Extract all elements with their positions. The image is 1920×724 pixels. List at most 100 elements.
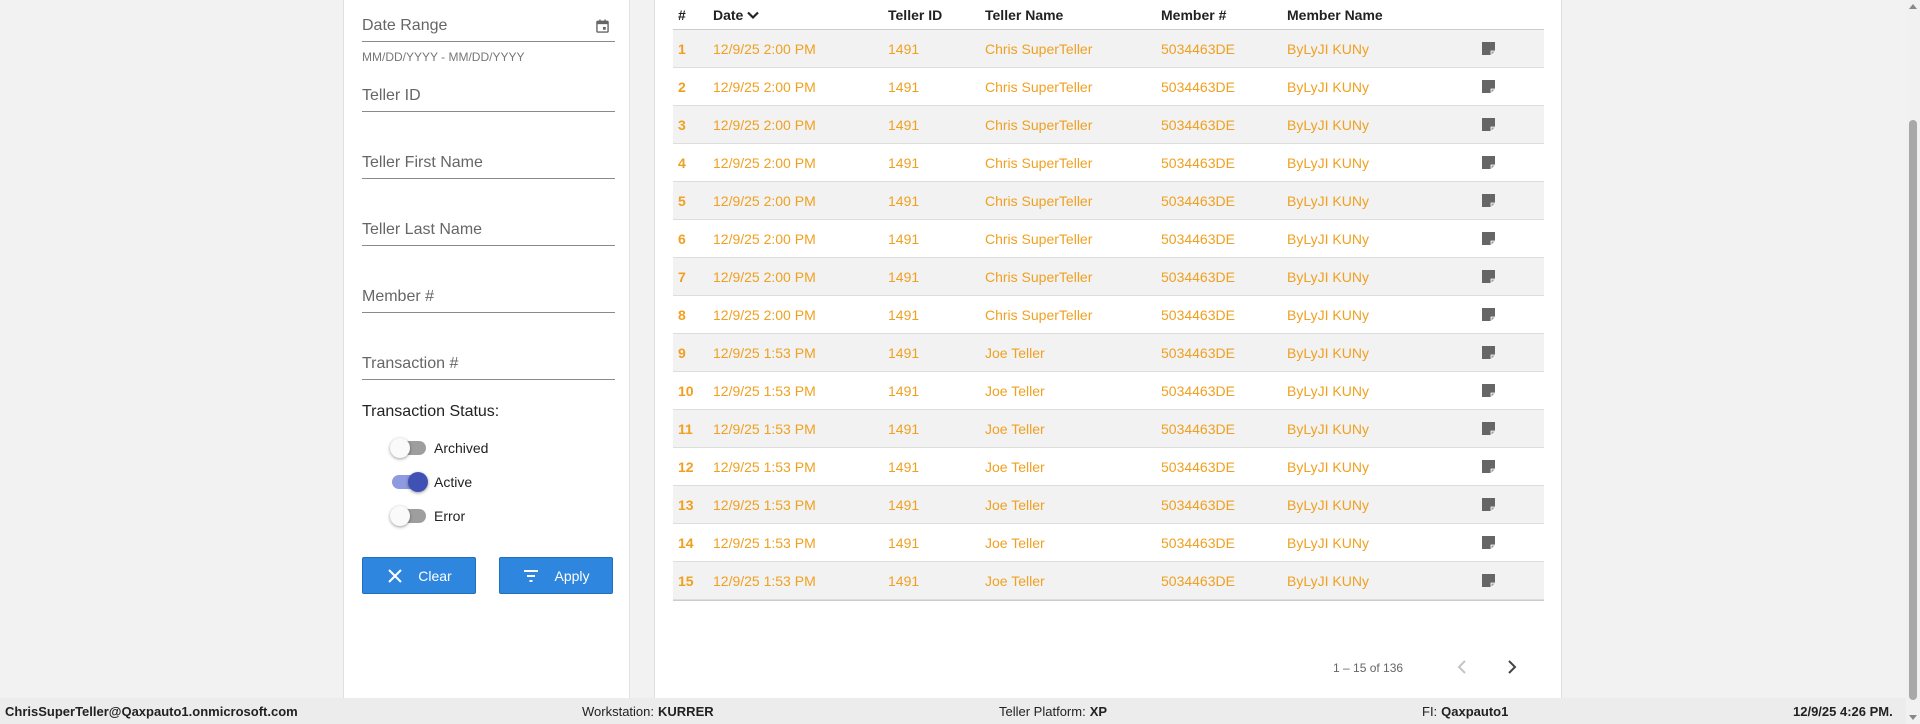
note-icon[interactable] [1481, 144, 1496, 181]
member-number-field[interactable]: Member # [362, 277, 615, 313]
teller-first-name-field[interactable]: Teller First Name [362, 143, 615, 179]
page-scrollbar[interactable] [1906, 0, 1920, 724]
signed-in-user: ChrisSuperTeller@Qaxpauto1.onmicrosoft.c… [5, 703, 298, 719]
row-date: 12/9/25 1:53 PM [713, 496, 816, 513]
table-row[interactable]: 13 12/9/25 1:53 PM 1491 Joe Teller 5034463DE… [673, 486, 1544, 524]
scroll-down-arrow[interactable] [1909, 715, 1917, 720]
row-number: 10 [678, 382, 694, 399]
toggle-archived-label: Archived [434, 440, 489, 456]
platform-label: Teller Platform: [999, 703, 1086, 719]
toggle-archived[interactable]: Archived [390, 438, 489, 458]
note-icon[interactable] [1481, 448, 1496, 485]
row-member-name: ByLyJI KUNy [1287, 306, 1369, 323]
table-row[interactable]: 3 12/9/25 2:00 PM 1491 Chris SuperTeller 503… [673, 106, 1544, 144]
table-row[interactable]: 11 12/9/25 1:53 PM 1491 Joe Teller 5034463DE… [673, 410, 1544, 448]
row-teller-name: Chris SuperTeller [985, 116, 1093, 133]
pagination-range: 1 – 15 of 136 [1333, 661, 1404, 675]
note-icon[interactable] [1481, 258, 1496, 295]
transaction-number-label: Transaction # [362, 355, 459, 372]
row-teller-id: 1491 [888, 534, 920, 551]
row-member-number: 5034463DE [1161, 344, 1235, 361]
row-member-number: 5034463DE [1161, 116, 1235, 133]
row-member-number: 5034463DE [1161, 382, 1235, 399]
date-range-field[interactable]: Date Range [362, 0, 615, 42]
scroll-up-arrow[interactable] [1909, 4, 1917, 9]
row-number: 8 [678, 306, 686, 323]
header-teller-id[interactable]: Teller ID [888, 0, 942, 29]
row-number: 13 [678, 496, 694, 513]
note-icon[interactable] [1481, 562, 1496, 599]
toggle-track[interactable] [392, 472, 428, 492]
toggle-thumb[interactable] [390, 506, 410, 526]
header-teller-name[interactable]: Teller Name [985, 0, 1063, 29]
note-icon[interactable] [1481, 220, 1496, 257]
row-number: 6 [678, 230, 686, 247]
table-row[interactable]: 7 12/9/25 2:00 PM 1491 Chris SuperTeller 503… [673, 258, 1544, 296]
note-icon[interactable] [1481, 296, 1496, 333]
transaction-number-field[interactable]: Transaction # [362, 344, 615, 380]
row-date: 12/9/25 2:00 PM [713, 268, 816, 285]
row-member-name: ByLyJI KUNy [1287, 268, 1369, 285]
table-header: # Date Teller ID Teller Name Member # Me… [673, 0, 1544, 30]
row-date: 12/9/25 2:00 PM [713, 230, 816, 247]
table-row[interactable]: 10 12/9/25 1:53 PM 1491 Joe Teller 5034463DE… [673, 372, 1544, 410]
toggle-active[interactable]: Active [392, 472, 472, 492]
note-icon[interactable] [1481, 68, 1496, 105]
header-date[interactable]: Date [713, 0, 760, 29]
table-row[interactable]: 8 12/9/25 2:00 PM 1491 Chris SuperTeller 503… [673, 296, 1544, 334]
row-teller-name: Joe Teller [985, 496, 1045, 513]
note-icon[interactable] [1481, 410, 1496, 447]
row-number: 12 [678, 458, 694, 475]
platform-info: Teller Platform: XP [999, 698, 1107, 724]
row-teller-name: Joe Teller [985, 572, 1045, 589]
teller-last-name-field[interactable]: Teller Last Name [362, 210, 615, 246]
table-row[interactable]: 12 12/9/25 1:53 PM 1491 Joe Teller 5034463DE… [673, 448, 1544, 486]
next-page-button[interactable] [1497, 652, 1525, 682]
teller-id-field[interactable]: Teller ID [362, 76, 615, 112]
scroll-thumb[interactable] [1909, 120, 1917, 700]
row-date: 12/9/25 2:00 PM [713, 78, 816, 95]
row-member-number: 5034463DE [1161, 154, 1235, 171]
toggle-error[interactable]: Error [390, 506, 465, 526]
row-teller-id: 1491 [888, 230, 920, 247]
row-teller-id: 1491 [888, 40, 920, 57]
row-member-name: ByLyJI KUNy [1287, 420, 1369, 437]
note-icon[interactable] [1481, 524, 1496, 561]
row-date: 12/9/25 2:00 PM [713, 192, 816, 209]
header-member-number[interactable]: Member # [1161, 0, 1226, 29]
row-number: 2 [678, 78, 686, 95]
note-icon[interactable] [1481, 486, 1496, 523]
note-icon[interactable] [1481, 30, 1496, 67]
header-member-name[interactable]: Member Name [1287, 0, 1383, 29]
table-row[interactable]: 4 12/9/25 2:00 PM 1491 Chris SuperTeller 503… [673, 144, 1544, 182]
chevron-down-icon[interactable] [746, 8, 760, 22]
apply-button[interactable]: Apply [499, 557, 613, 594]
row-teller-name: Chris SuperTeller [985, 230, 1093, 247]
clear-button[interactable]: Clear [362, 557, 476, 594]
toggle-thumb[interactable] [408, 472, 428, 492]
previous-page-button[interactable] [1449, 652, 1477, 682]
note-icon[interactable] [1481, 106, 1496, 143]
teller-id-label: Teller ID [362, 87, 421, 104]
calendar-icon[interactable] [596, 19, 609, 33]
table-row[interactable]: 15 12/9/25 1:53 PM 1491 Joe Teller 5034463DE… [673, 562, 1544, 600]
toggle-track[interactable] [390, 438, 426, 458]
row-teller-id: 1491 [888, 572, 920, 589]
note-icon[interactable] [1481, 372, 1496, 409]
row-teller-id: 1491 [888, 268, 920, 285]
filter-icon [524, 569, 539, 582]
date-range-hint: MM/DD/YYYY - MM/DD/YYYY [362, 50, 525, 64]
results-panel: # Date Teller ID Teller Name Member # Me… [654, 0, 1562, 698]
toggle-track[interactable] [390, 506, 426, 526]
header-date-label: Date [713, 6, 744, 23]
table-row[interactable]: 2 12/9/25 2:00 PM 1491 Chris SuperTeller 503… [673, 68, 1544, 106]
table-row[interactable]: 6 12/9/25 2:00 PM 1491 Chris SuperTeller 503… [673, 220, 1544, 258]
table-row[interactable]: 1 12/9/25 2:00 PM 1491 Chris SuperTeller 503… [673, 30, 1544, 68]
table-row[interactable]: 9 12/9/25 1:53 PM 1491 Joe Teller 5034463DE B… [673, 334, 1544, 372]
table-row[interactable]: 5 12/9/25 2:00 PM 1491 Chris SuperTeller 503… [673, 182, 1544, 220]
toggle-thumb[interactable] [390, 438, 410, 458]
note-icon[interactable] [1481, 334, 1496, 371]
note-icon[interactable] [1481, 182, 1496, 219]
row-member-number: 5034463DE [1161, 306, 1235, 323]
table-row[interactable]: 14 12/9/25 1:53 PM 1491 Joe Teller 5034463DE… [673, 524, 1544, 562]
